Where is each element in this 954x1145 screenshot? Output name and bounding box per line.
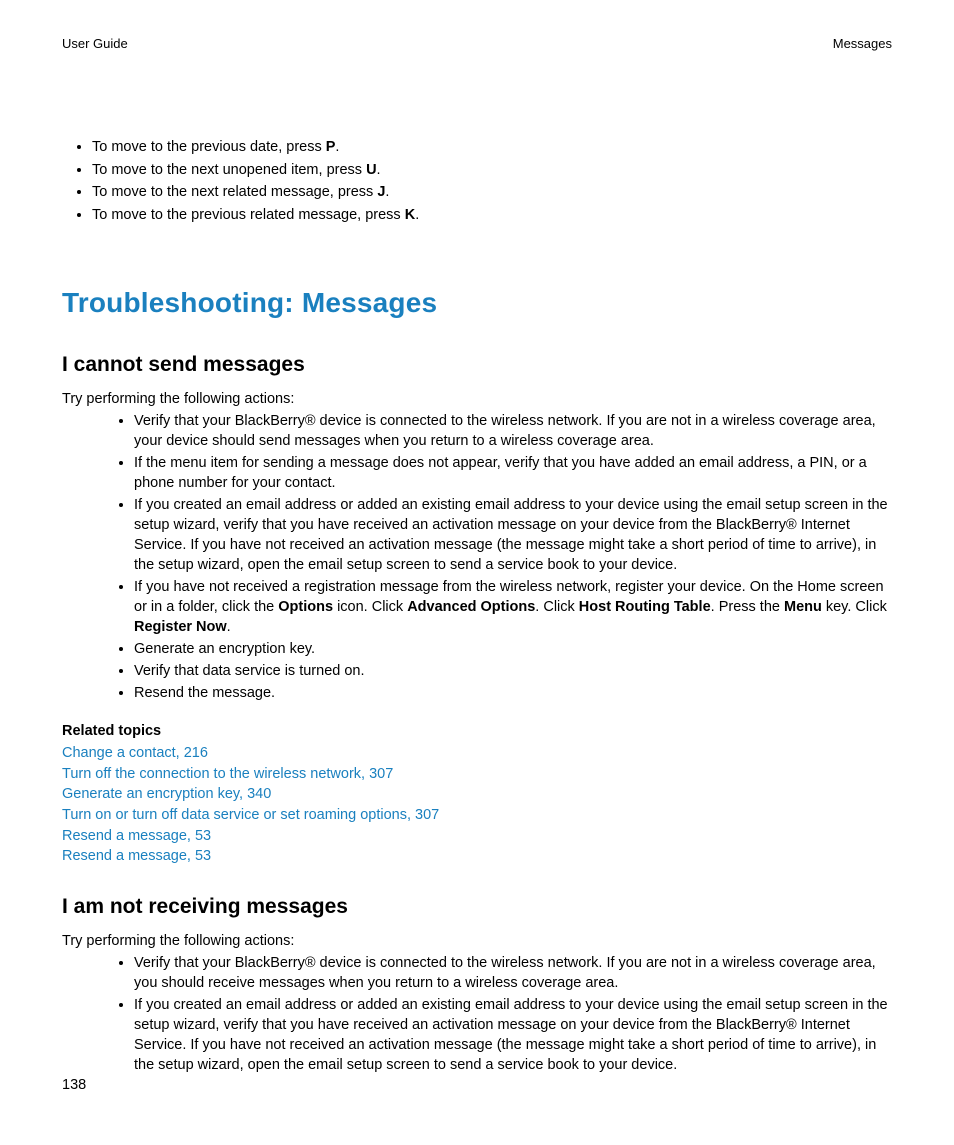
related-link[interactable]: Resend a message, 53 xyxy=(62,828,211,844)
shortcut-item: To move to the previous related message,… xyxy=(92,205,892,228)
body-text: Verify that data service is turned on. xyxy=(134,663,365,679)
related-topics-heading: Related topics xyxy=(62,723,892,739)
bold-text: Options xyxy=(278,599,333,615)
shortcut-list: To move to the previous date, press P.To… xyxy=(62,137,892,227)
body-text: If the menu item for sending a message d… xyxy=(134,455,867,491)
bullet-item: Generate an encryption key. xyxy=(134,639,892,661)
bullet-item: If you have not received a registration … xyxy=(134,577,892,639)
bold-text: Advanced Options xyxy=(407,599,535,615)
shortcut-text: . xyxy=(415,207,419,223)
shortcut-text: To move to the previous date, press xyxy=(92,139,326,155)
shortcut-text: . xyxy=(335,139,339,155)
shortcut-item: To move to the next related message, pre… xyxy=(92,182,892,205)
shortcut-key: K xyxy=(405,207,415,223)
body-text: Verify that your BlackBerry® device is c… xyxy=(134,955,876,991)
related-link[interactable]: Turn on or turn off data service or set … xyxy=(62,807,439,823)
bold-text: Register Now xyxy=(134,619,227,635)
page-header: User Guide Messages xyxy=(62,36,892,51)
section1-title: I cannot send messages xyxy=(62,353,892,377)
shortcut-text: To move to the previous related message,… xyxy=(92,207,405,223)
page-number: 138 xyxy=(62,1077,86,1093)
section2-intro: Try performing the following actions: xyxy=(62,933,892,949)
body-text: . Press the xyxy=(711,599,784,615)
bullet-item: If you created an email address or added… xyxy=(134,995,892,1077)
shortcut-text: . xyxy=(385,184,389,200)
shortcut-text: To move to the next related message, pre… xyxy=(92,184,377,200)
body-text: icon. Click xyxy=(333,599,407,615)
related-link[interactable]: Turn off the connection to the wireless … xyxy=(62,766,393,782)
shortcut-item: To move to the previous date, press P. xyxy=(92,137,892,160)
body-text: . xyxy=(227,619,231,635)
related-link[interactable]: Change a contact, 216 xyxy=(62,745,208,761)
body-text: If you created an email address or added… xyxy=(134,497,888,573)
shortcut-item: To move to the next unopened item, press… xyxy=(92,160,892,183)
bullet-item: If you created an email address or added… xyxy=(134,495,892,577)
bullet-item: Verify that your BlackBerry® device is c… xyxy=(134,953,892,995)
section1-bullets: Verify that your BlackBerry® device is c… xyxy=(62,411,892,705)
body-text: If you created an email address or added… xyxy=(134,997,888,1073)
bold-text: Menu xyxy=(784,599,822,615)
body-text: key. Click xyxy=(822,599,887,615)
body-text: . Click xyxy=(535,599,579,615)
section1-intro: Try performing the following actions: xyxy=(62,391,892,407)
header-right: Messages xyxy=(833,36,892,51)
related-links-list: Change a contact, 216 Turn off the connec… xyxy=(62,743,892,866)
bullet-item: Verify that your BlackBerry® device is c… xyxy=(134,411,892,453)
shortcut-key: P xyxy=(326,139,336,155)
bold-text: Host Routing Table xyxy=(579,599,711,615)
body-text: Resend the message. xyxy=(134,685,275,701)
main-heading: Troubleshooting: Messages xyxy=(62,287,892,319)
shortcut-text: To move to the next unopened item, press xyxy=(92,162,366,178)
bullet-item: Verify that data service is turned on. xyxy=(134,661,892,683)
shortcut-text: . xyxy=(377,162,381,178)
body-text: Verify that your BlackBerry® device is c… xyxy=(134,413,876,449)
bullet-item: Resend the message. xyxy=(134,683,892,705)
document-page: User Guide Messages To move to the previ… xyxy=(0,0,954,1145)
section2-title: I am not receiving messages xyxy=(62,895,892,919)
shortcut-key: U xyxy=(366,162,376,178)
related-link[interactable]: Generate an encryption key, 340 xyxy=(62,786,271,802)
bullet-item: If the menu item for sending a message d… xyxy=(134,453,892,495)
related-link[interactable]: Resend a message, 53 xyxy=(62,848,211,864)
body-text: Generate an encryption key. xyxy=(134,641,315,657)
header-left: User Guide xyxy=(62,36,128,51)
section2-bullets: Verify that your BlackBerry® device is c… xyxy=(62,953,892,1077)
